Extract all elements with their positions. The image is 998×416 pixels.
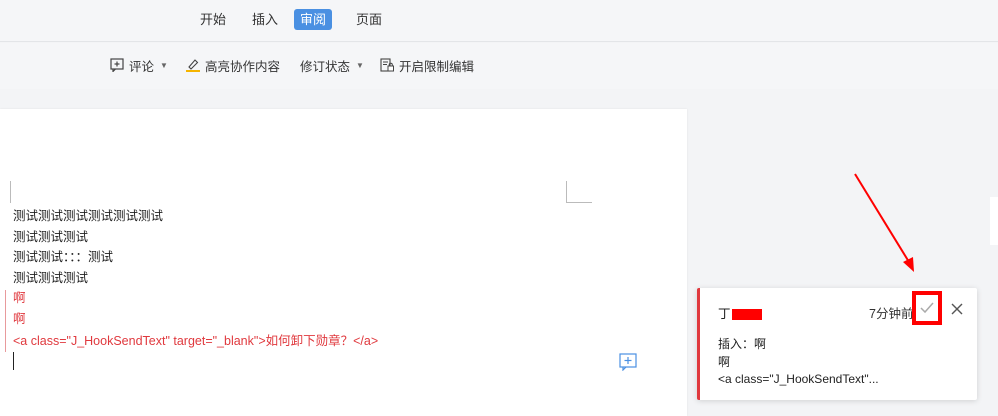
- top-tab-bar: 开始 插入 审阅 页面: [0, 0, 998, 42]
- lock-document-icon: [380, 58, 394, 72]
- add-comment-icon[interactable]: [619, 353, 637, 371]
- tab-insert[interactable]: 插入: [246, 9, 284, 30]
- chevron-down-icon: ▼: [160, 60, 168, 70]
- text-cursor: [13, 352, 14, 370]
- review-toolbar: 评论 ▼ 高亮协作内容 修订状态 ▼ 开启限制编辑: [0, 43, 998, 89]
- comment-time: 7分钟前: [869, 307, 914, 321]
- restrict-edit-button[interactable]: 开启限制编辑: [380, 56, 474, 74]
- comment-content-line: 啊: [718, 355, 731, 369]
- comment-author: 丁: [718, 303, 762, 322]
- tab-review[interactable]: 审阅: [294, 9, 333, 30]
- restrict-label: 开启限制编辑: [399, 59, 475, 74]
- comment-label: 评论: [129, 59, 155, 74]
- comment-button[interactable]: 评论 ▼: [110, 56, 168, 74]
- side-panel-edge: [990, 197, 998, 245]
- doc-line[interactable]: 测试测试测试: [13, 269, 88, 287]
- revision-comment-card[interactable]: 丁 7分钟前 插入：啊 啊 <a class="J_HookSendText".…: [697, 288, 977, 400]
- margin-marker-left: [10, 181, 12, 203]
- accept-revision-button[interactable]: [912, 291, 942, 325]
- revision-label: 修订状态: [300, 59, 351, 74]
- check-icon: [920, 302, 934, 314]
- tab-page[interactable]: 页面: [350, 9, 388, 30]
- close-icon[interactable]: [950, 302, 964, 316]
- author-name: 丁: [718, 307, 731, 321]
- tab-start[interactable]: 开始: [194, 9, 232, 30]
- comment-insert-line: 插入：啊: [718, 337, 767, 351]
- chevron-down-icon: ▼: [356, 60, 364, 70]
- doc-line-inserted[interactable]: <a class="J_HookSendText" target="_blank…: [13, 332, 378, 350]
- highlight-label: 高亮协作内容: [205, 59, 281, 74]
- doc-line-inserted[interactable]: 啊: [13, 289, 26, 307]
- doc-line[interactable]: 测试测试：：：测试: [13, 248, 113, 266]
- highlighter-icon: [186, 59, 200, 72]
- revision-bar: [5, 290, 6, 352]
- add-comment-icon: [110, 58, 124, 72]
- highlight-collab-button[interactable]: 高亮协作内容: [186, 56, 280, 74]
- margin-marker-right: [566, 181, 592, 203]
- revision-status-button[interactable]: 修订状态 ▼: [300, 56, 364, 74]
- doc-line-inserted[interactable]: 啊: [13, 310, 26, 328]
- doc-line[interactable]: 测试测试测试测试测试测试: [13, 207, 163, 225]
- doc-line[interactable]: 测试测试测试: [13, 228, 88, 246]
- redaction-mark: [731, 309, 762, 321]
- comment-content-line: <a class="J_HookSendText"...: [718, 372, 879, 386]
